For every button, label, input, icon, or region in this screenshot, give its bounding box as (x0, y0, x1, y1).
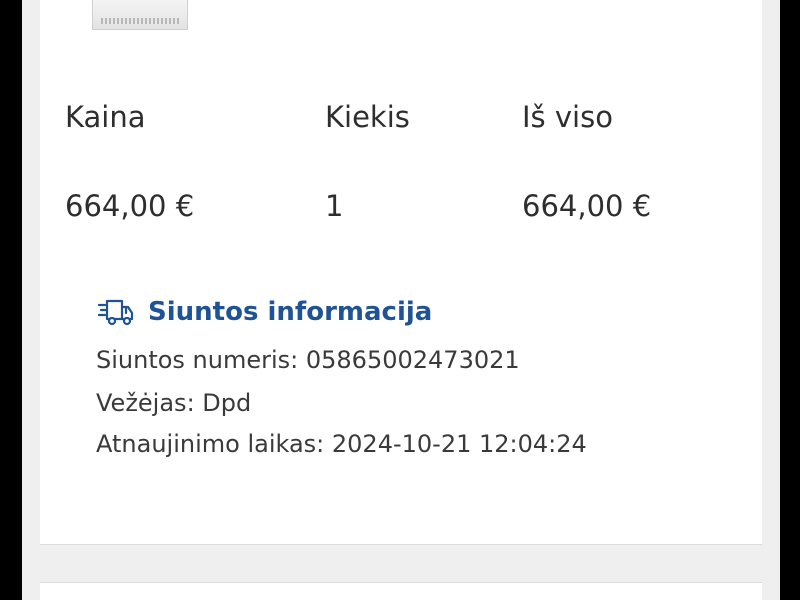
price-value: 664,00 € (65, 189, 195, 223)
carrier: Vežėjas: Dpd (96, 389, 252, 417)
product-image[interactable] (92, 0, 188, 30)
update-time: Atnaujinimo laikas: 2024-10-21 12:04:24 (96, 430, 587, 458)
quantity-value: 1 (325, 189, 344, 223)
shipment-info-heading: Siuntos informacija (98, 294, 432, 330)
right-edge (780, 0, 800, 600)
left-edge (0, 0, 22, 600)
delivery-truck-icon (98, 299, 134, 326)
price-header: Kaina (65, 100, 146, 134)
total-header: Iš viso (522, 100, 613, 134)
tracking-number: Siuntos numeris: 05865002473021 (96, 346, 520, 374)
order-details-screen: Kaina Kiekis Iš viso 664,00 € 1 664,00 €… (0, 0, 800, 600)
product-image-detail (101, 18, 179, 24)
total-value: 664,00 € (522, 189, 652, 223)
quantity-header: Kiekis (325, 100, 410, 134)
order-item-card: Kaina Kiekis Iš viso 664,00 € 1 664,00 €… (40, 0, 762, 545)
shipment-info-title: Siuntos informacija (148, 297, 433, 327)
next-card (40, 582, 762, 600)
